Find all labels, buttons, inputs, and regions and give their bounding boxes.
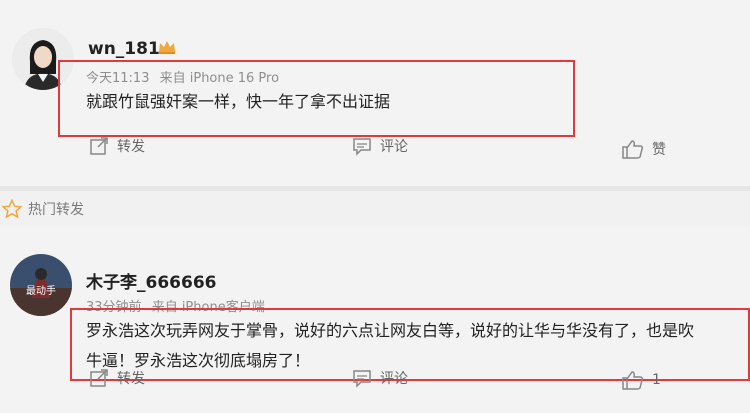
like-count: 1 [652, 372, 661, 388]
star-icon [2, 199, 22, 219]
comment-label: 评论 [380, 139, 408, 155]
highlight-box [58, 60, 575, 137]
repost-label: 转发 [117, 139, 145, 155]
thumbs-up-icon [622, 140, 644, 159]
member-crown-icon [159, 41, 175, 54]
repost-icon [90, 369, 108, 387]
comment-icon [353, 138, 371, 156]
comment-button[interactable]: 评论 [352, 136, 408, 156]
avatar-text: 最动手 [26, 284, 56, 297]
hot-reposts-title: 热门转发 [28, 202, 84, 218]
like-button[interactable]: 赞 [622, 139, 666, 159]
post-actions: 转发 评论 赞 [0, 136, 750, 164]
repost-button[interactable]: 转发 [89, 368, 145, 388]
repost-label: 转发 [117, 371, 145, 387]
avatar[interactable]: 最动手 [10, 254, 72, 316]
username[interactable]: 木子李_666666 [86, 268, 216, 293]
hot-reposts-header: 热门转发 [0, 192, 84, 226]
repost-icon [90, 137, 108, 155]
thumbs-up-icon [622, 371, 644, 390]
post-actions: 转发 评论 1 [0, 368, 750, 396]
comment-icon [353, 370, 371, 388]
repost-item-1: wn_181 今天11:13 来自 iPhone 16 Pro 就跟竹鼠强奸案一… [0, 0, 750, 186]
comment-label: 评论 [380, 371, 408, 387]
section-divider [0, 186, 750, 191]
user-avatar-icon: 最动手 [10, 254, 72, 316]
like-label: 赞 [652, 142, 666, 158]
repost-item-2: 最动手 木子李_666666 33分钟前 来自 iPhone客户端 罗永浩这次玩… [0, 226, 750, 413]
like-button[interactable]: 1 [622, 370, 661, 390]
username[interactable]: wn_181 [88, 39, 160, 59]
comment-button[interactable]: 评论 [352, 368, 408, 388]
repost-button[interactable]: 转发 [89, 136, 145, 156]
